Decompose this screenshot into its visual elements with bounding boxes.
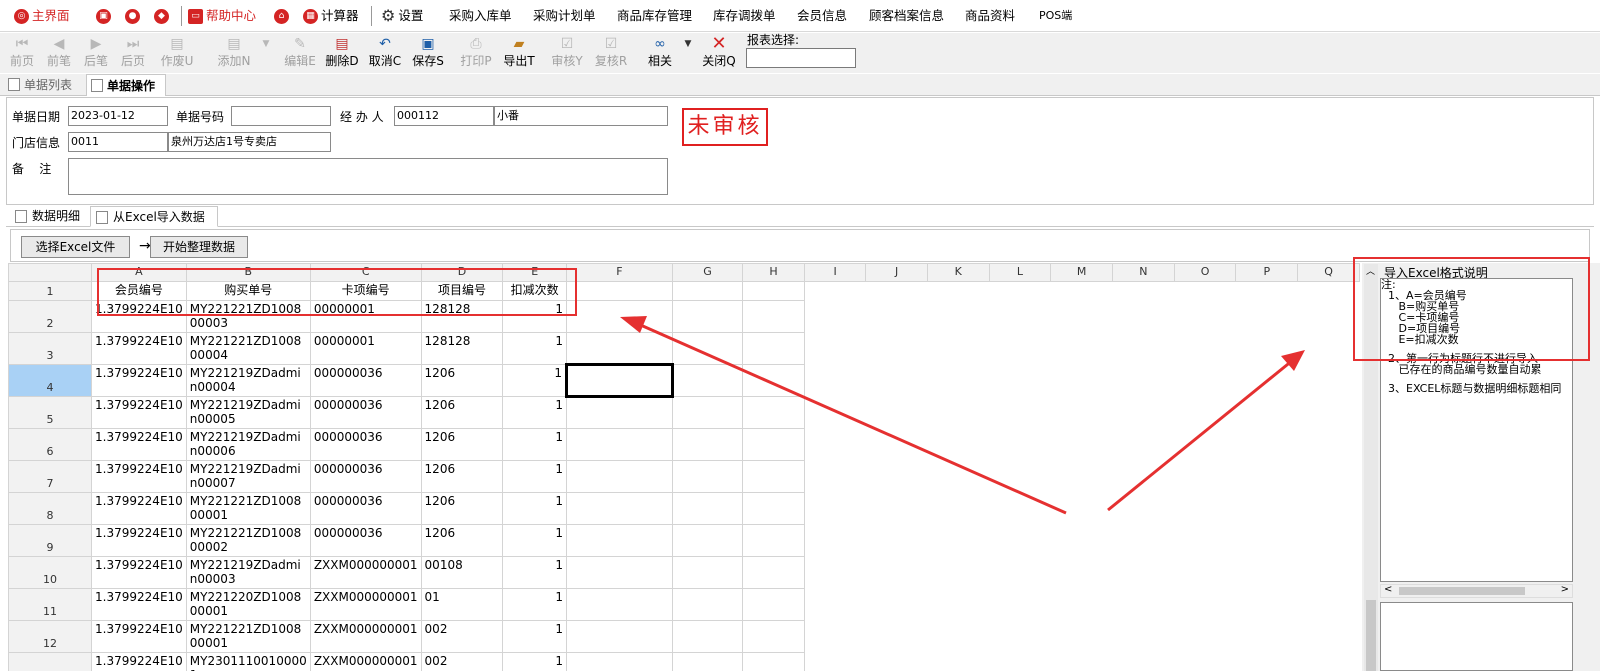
arrow-to-headers	[635, 321, 1067, 515]
arrow-to-help	[1107, 358, 1294, 512]
arrowhead-left	[620, 316, 647, 333]
annotation-arrows	[620, 316, 1305, 515]
